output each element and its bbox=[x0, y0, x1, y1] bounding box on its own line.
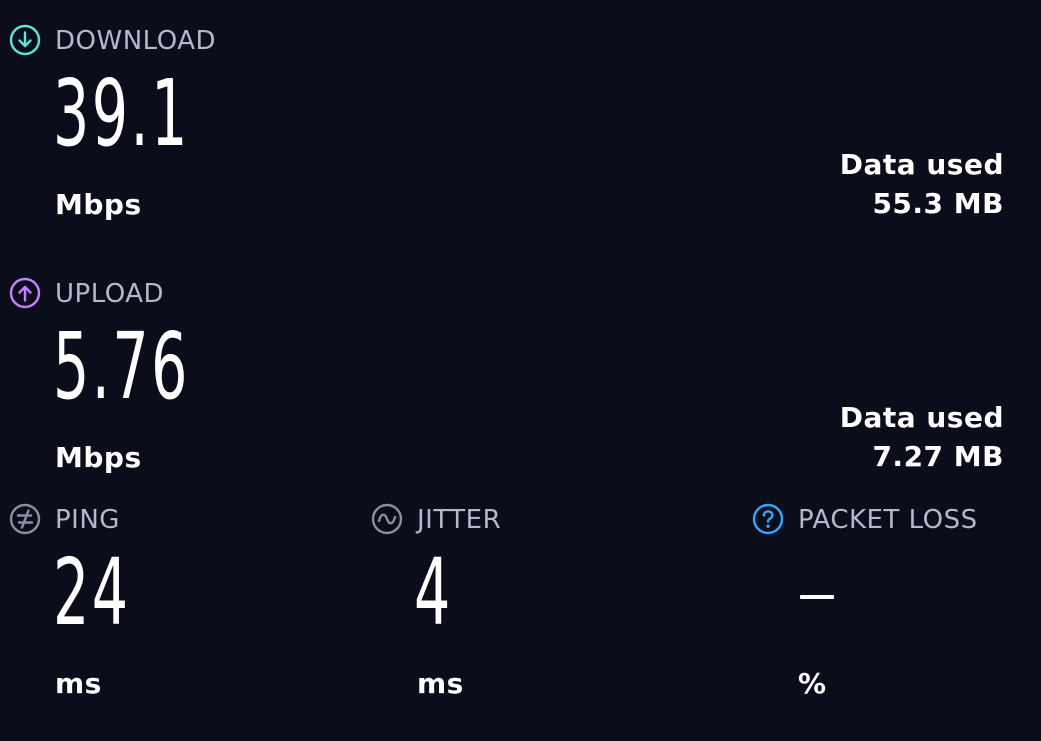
jitter-value: 4 bbox=[414, 539, 453, 646]
upload-speed-value: 5.76 bbox=[53, 313, 190, 420]
packet-loss-value bbox=[800, 595, 834, 599]
upload-unit: Mbps bbox=[55, 441, 142, 474]
arrow-down-circle-icon bbox=[9, 24, 41, 56]
jitter-unit: ms bbox=[417, 667, 464, 700]
download-unit: Mbps bbox=[55, 188, 142, 221]
ping-label: PING bbox=[55, 505, 120, 535]
download-label: DOWNLOAD bbox=[55, 26, 217, 56]
ping-value: 24 bbox=[53, 539, 131, 646]
upload-data-used-value: 7.27 MB bbox=[872, 440, 1004, 473]
upload-label: UPLOAD bbox=[55, 279, 165, 309]
arrow-up-circle-icon bbox=[9, 277, 41, 309]
packet-loss-unit: % bbox=[798, 667, 827, 700]
jitter-label: JITTER bbox=[417, 505, 502, 535]
packet-loss-label: PACKET LOSS bbox=[798, 505, 978, 535]
jitter-icon bbox=[371, 503, 403, 535]
ping-unit: ms bbox=[55, 667, 102, 700]
help-circle-icon[interactable] bbox=[752, 503, 784, 535]
download-data-used-value: 55.3 MB bbox=[872, 187, 1004, 220]
download-data-used-label: Data used bbox=[839, 148, 1004, 181]
upload-data-used-label: Data used bbox=[839, 401, 1004, 434]
download-speed-value: 39.1 bbox=[53, 60, 190, 167]
ping-icon bbox=[9, 503, 41, 535]
